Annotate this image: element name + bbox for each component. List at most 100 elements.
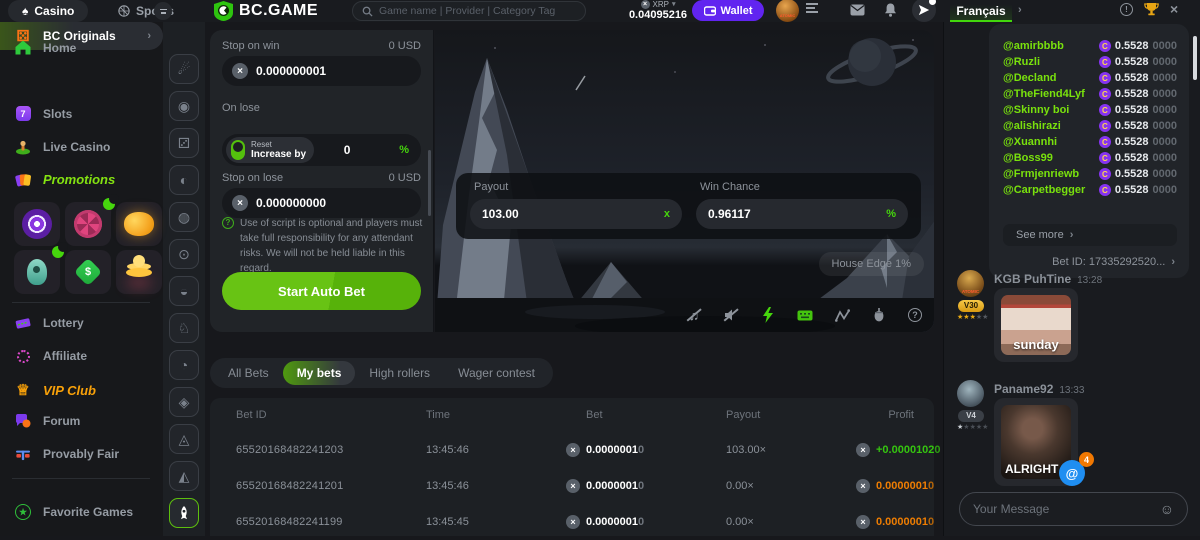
- trends-icon[interactable]: [834, 307, 850, 323]
- avatar[interactable]: ATOMIC: [957, 270, 984, 297]
- payout-input[interactable]: x: [470, 199, 682, 229]
- sound-off-icon[interactable]: [723, 307, 739, 323]
- on-lose-percent-field[interactable]: [332, 143, 362, 157]
- bet-user-row[interactable]: @RuzliC0.55280000: [1003, 54, 1177, 70]
- bet-list-icon[interactable]: [806, 3, 818, 13]
- bet-user-row[interactable]: @TheFiend4LyfC0.55280000: [1003, 86, 1177, 102]
- tab-sports[interactable]: Sports: [104, 0, 188, 22]
- bet-user-row[interactable]: @Boss99C0.55280000: [1003, 150, 1177, 166]
- chevron-right-icon[interactable]: ›: [1018, 4, 1022, 16]
- sidebar-item-affiliate[interactable]: Affiliate: [14, 349, 87, 363]
- table-row[interactable]: 65520168482241201 13:45:46 × 0.00000010 …: [210, 468, 934, 504]
- tab-high-rollers[interactable]: High rollers: [355, 361, 444, 385]
- promo-tile-piggy[interactable]: [116, 202, 162, 246]
- bcd-coin-icon: C: [1099, 184, 1111, 196]
- emoji-icon[interactable]: ☺: [1160, 501, 1174, 517]
- tab-my-bets[interactable]: My bets: [283, 361, 356, 385]
- sidebar-item-slots[interactable]: 7 Slots: [14, 106, 72, 121]
- wallet-label: Wallet: [721, 5, 753, 17]
- win-chance-input[interactable]: %: [696, 199, 908, 229]
- game-icon-keno[interactable]: ♘: [169, 313, 199, 343]
- promo-tile-deals[interactable]: $: [65, 250, 111, 294]
- promo-tile-rocket[interactable]: [14, 250, 60, 294]
- sidebar-item-favorite-games[interactable]: ★ Favorite Games: [14, 504, 133, 520]
- mail-icon[interactable]: [850, 4, 865, 16]
- promo-tile-wheel[interactable]: [65, 202, 111, 246]
- bet-user-row[interactable]: @DeclandC0.55280000: [1003, 70, 1177, 86]
- bet-user-row[interactable]: @Skinny boiC0.55280000: [1003, 102, 1177, 118]
- wallet-button[interactable]: Wallet: [692, 0, 764, 21]
- start-auto-bet-button[interactable]: Start Auto Bet: [222, 272, 421, 310]
- chat-toggle-icon[interactable]: [912, 0, 936, 22]
- bet-user-row[interactable]: @FrmjenriewbC0.55280000: [1003, 166, 1177, 182]
- avatar[interactable]: [957, 380, 984, 407]
- chat-input[interactable]: ☺: [959, 492, 1188, 526]
- game-icon-bomb[interactable]: ◐: [169, 165, 199, 195]
- bet-user-row[interactable]: @XuannhiC0.55280000: [1003, 134, 1177, 150]
- message-bubble[interactable]: sunday: [994, 288, 1078, 362]
- message-field[interactable]: [973, 502, 1160, 516]
- game-icon-mines[interactable]: ⚂: [169, 128, 199, 158]
- username[interactable]: KGB PuhTine13:28: [994, 272, 1102, 286]
- tab-casino[interactable]: ♠ Casino: [8, 0, 88, 22]
- balance-display[interactable]: × XRP ▾ 0.04095216: [618, 0, 698, 22]
- game-icon-cards[interactable]: ◈: [169, 387, 199, 417]
- table-row[interactable]: 65520168482241199 13:45:45 × 0.00000010 …: [210, 504, 934, 540]
- col-time: Time: [426, 409, 566, 421]
- hotkeys-keyboard-icon[interactable]: [797, 307, 813, 323]
- help-icon[interactable]: ?: [908, 308, 922, 322]
- username[interactable]: Paname9213:33: [994, 382, 1084, 396]
- sidebar-item-forum[interactable]: Forum: [14, 414, 80, 428]
- payout-panel: Payout x Win Chance %: [456, 173, 921, 239]
- game-icon-ring[interactable]: ◬: [169, 424, 199, 454]
- menu-toggle-icon[interactable]: [154, 2, 172, 20]
- sidebar-item-promotions[interactable]: Promotions: [14, 172, 115, 187]
- tab-wager-contest[interactable]: Wager contest: [444, 361, 549, 385]
- win-chance-field[interactable]: [708, 207, 886, 221]
- see-more-button[interactable]: See more›: [1003, 224, 1177, 246]
- user-avatar[interactable]: ATOMIC: [776, 0, 799, 22]
- game-icon-dice[interactable]: ◉: [169, 91, 199, 121]
- bet-user-row[interactable]: @CarpetbeggerC0.55280000: [1003, 182, 1177, 198]
- bet-id-link[interactable]: Bet ID: 17335292520...›: [1052, 256, 1175, 268]
- stop-on-win-field[interactable]: [256, 64, 411, 78]
- game-icon-limbo[interactable]: ⊙: [169, 239, 199, 269]
- sidebar-item-vip-club[interactable]: ♕ VIP Club: [14, 381, 96, 399]
- sidebar-item-live-casino[interactable]: Live Casino: [14, 139, 110, 155]
- bcgame-logo[interactable]: BC.GAME: [214, 1, 318, 21]
- stop-on-lose-field[interactable]: [256, 196, 411, 210]
- trophy-icon[interactable]: [1144, 2, 1159, 17]
- reset-increase-toggle[interactable]: Reset Increase by: [226, 137, 314, 163]
- bet-user-row[interactable]: @alishiraziC0.55280000: [1003, 118, 1177, 134]
- promo-tile-spin[interactable]: [14, 202, 60, 246]
- payout-field[interactable]: [482, 207, 664, 221]
- logo-shield-icon: [214, 1, 233, 21]
- stop-on-win-input[interactable]: ×: [222, 56, 421, 86]
- chat-language-label: Français: [956, 4, 1005, 18]
- sidebar-item-home[interactable]: Home: [14, 40, 76, 55]
- turbo-bolt-icon[interactable]: [760, 307, 776, 323]
- game-icon-saturn[interactable]: ◍: [169, 202, 199, 232]
- search-bar[interactable]: [352, 1, 586, 21]
- stop-on-lose-input[interactable]: ×: [222, 188, 421, 218]
- promo-tile-coins[interactable]: [116, 250, 162, 294]
- game-icon-ball[interactable]: ◔: [169, 350, 199, 380]
- seed-icon[interactable]: [871, 307, 887, 323]
- panel-scrollbar[interactable]: [428, 150, 431, 216]
- tab-all-bets[interactable]: All Bets: [214, 361, 283, 385]
- sidebar-item-provably-fair[interactable]: Provably Fair: [14, 447, 119, 461]
- game-icon-sword[interactable]: ◭: [169, 461, 199, 491]
- game-icon-egg[interactable]: ◒: [169, 276, 199, 306]
- chat-rules-info-icon[interactable]: !: [1120, 3, 1133, 16]
- table-row[interactable]: 65520168482241203 13:45:46 × 0.00000010 …: [210, 432, 934, 468]
- close-chat-icon[interactable]: ×: [1170, 1, 1178, 17]
- sidebar-item-lottery[interactable]: Lottery: [14, 316, 84, 330]
- game-icon-rocket-selected[interactable]: [169, 498, 199, 528]
- search-input[interactable]: [379, 5, 576, 17]
- bet-user-row[interactable]: @amirbbbbC0.55280000: [1003, 38, 1177, 54]
- notifications-bell-icon[interactable]: [884, 3, 897, 17]
- game-icon-crash[interactable]: ☄: [169, 54, 199, 84]
- music-off-icon[interactable]: ♫: [686, 307, 702, 323]
- chat-scrollbar[interactable]: [1193, 36, 1197, 80]
- chat-language-tab[interactable]: Français: [950, 0, 1012, 22]
